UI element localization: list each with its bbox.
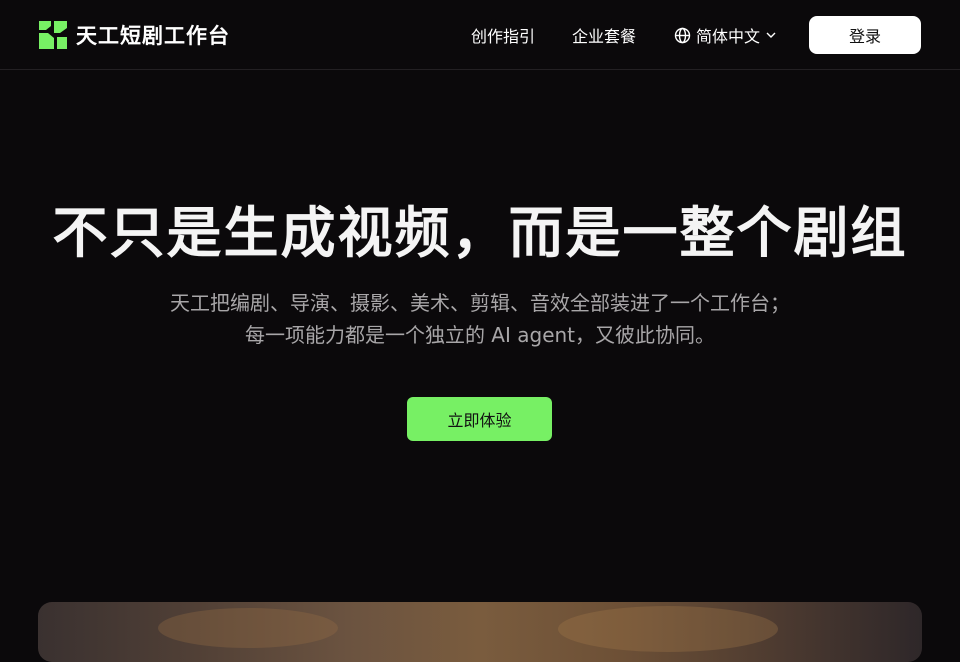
login-button[interactable]: 登录 [809, 16, 921, 54]
hero-subtitle-line2: 每一项能力都是一个独立的 AI agent，又彼此协同。 [244, 323, 716, 347]
chevron-down-icon [765, 29, 777, 41]
brand-logo[interactable]: 天工短剧工作台 [38, 19, 230, 51]
language-selector[interactable]: 简体中文 [674, 23, 777, 47]
tiangong-logo-icon [38, 20, 68, 50]
language-label: 简体中文 [696, 27, 761, 46]
try-now-button[interactable]: 立即体验 [407, 397, 552, 441]
brand-name: 天工短剧工作台 [76, 24, 230, 48]
hero-title: 不只是生成视频，而是一整个剧组 [52, 201, 908, 265]
top-navigation-bar: 天工短剧工作台 创作指引 企业套餐 简体中文 登录 [0, 0, 960, 70]
globe-icon [674, 27, 691, 44]
nav-link-enterprise[interactable]: 企业套餐 [572, 23, 636, 47]
showcase-video-preview[interactable] [38, 602, 922, 662]
nav-link-guide[interactable]: 创作指引 [471, 23, 535, 47]
preview-image-detail [558, 606, 778, 652]
preview-image-detail [158, 608, 338, 648]
hero-subtitle-line1: 天工把编剧、导演、摄影、美术、剪辑、音效全部装进了一个工作台； [170, 291, 790, 315]
